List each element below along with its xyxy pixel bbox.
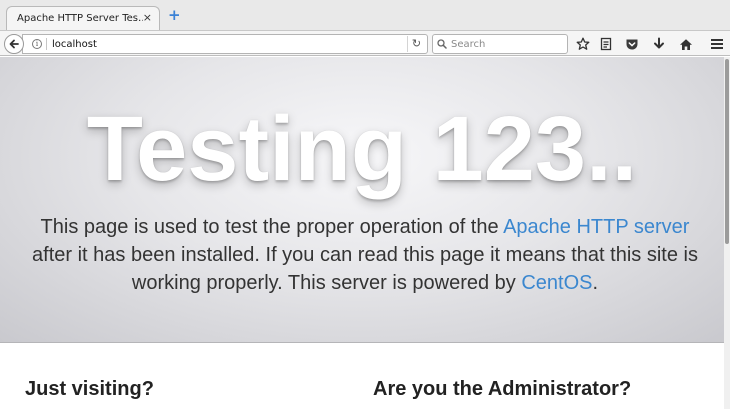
back-button[interactable]	[4, 34, 24, 54]
page-viewport: Testing 123.. This page is used to test …	[0, 57, 724, 409]
browser-tab[interactable]: Apache HTTP Server Tes… ×	[6, 6, 160, 30]
pocket-icon[interactable]	[624, 36, 640, 52]
info-icon[interactable]: i	[32, 39, 42, 49]
administrator-heading: Are you the Administrator?	[373, 378, 632, 400]
reading-list-icon[interactable]	[598, 36, 614, 52]
reload-icon[interactable]: ↻	[407, 36, 425, 52]
tab-title: Apache HTTP Server Tes…	[17, 13, 143, 24]
hero-banner: Testing 123.. This page is used to test …	[0, 57, 724, 343]
scrollbar-thumb[interactable]	[725, 59, 729, 244]
just-visiting-heading: Just visiting?	[25, 378, 154, 400]
centos-link[interactable]: CentOS	[521, 272, 592, 294]
search-bar[interactable]: Search	[432, 34, 568, 54]
url-separator	[46, 38, 47, 50]
download-icon[interactable]	[651, 36, 667, 52]
content-section: Just visiting? Are you the Administrator…	[0, 343, 724, 409]
url-text[interactable]: localhost	[52, 39, 97, 50]
page-title: Testing 123..	[86, 98, 638, 200]
tab-bar: Apache HTTP Server Tes… × +	[0, 0, 730, 30]
hero-text-part1: This page is used to test the proper ope…	[40, 216, 504, 238]
home-icon[interactable]	[678, 36, 694, 52]
back-arrow-icon	[9, 39, 19, 49]
menu-icon[interactable]	[709, 36, 725, 52]
url-bar[interactable]: i localhost ↻	[22, 34, 428, 54]
apache-link[interactable]: Apache HTTP server	[503, 216, 689, 238]
new-tab-icon[interactable]: +	[168, 8, 181, 23]
hero-text-end: .	[592, 272, 599, 294]
hero-description: This page is used to test the proper ope…	[32, 213, 698, 297]
search-input[interactable]: Search	[451, 39, 485, 50]
tab-close-icon[interactable]: ×	[143, 11, 152, 24]
page-scrollbar[interactable]	[724, 57, 730, 409]
hero-text-part2: after it has been installed. If you can …	[32, 244, 698, 294]
bookmark-star-icon[interactable]	[575, 36, 591, 52]
search-icon	[437, 39, 447, 49]
nav-toolbar: i localhost ↻ Search	[0, 30, 730, 56]
